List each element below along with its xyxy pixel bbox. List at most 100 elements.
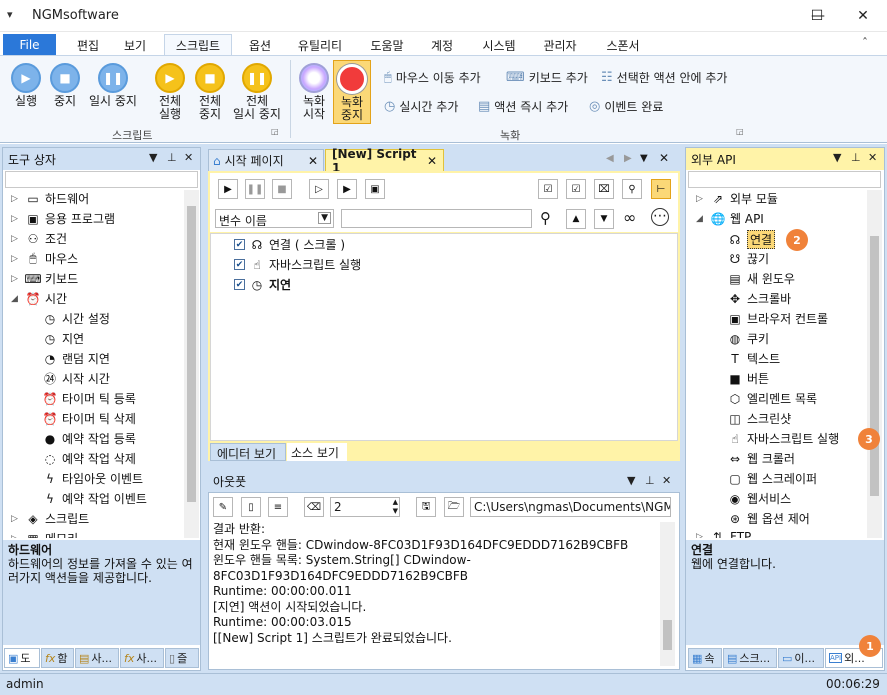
api-item[interactable]: ☊ 연결	[728, 230, 776, 249]
tab-user[interactable]: ▤ 사...	[75, 648, 119, 668]
add-mouse-move-button[interactable]: 🖱 마우스 이동 추가	[384, 69, 481, 86]
tab-script-list[interactable]: ▤ 스크...	[723, 648, 777, 668]
new-doc-icon[interactable]: ▯	[241, 497, 261, 517]
record-stop-button[interactable]: 녹화 중지	[333, 60, 371, 124]
tab-new-script[interactable]: [New] Script 1 ✕	[325, 147, 444, 175]
action-row[interactable]: ✔ ☊ 연결 ( 스크롤 )	[234, 236, 345, 253]
close-icon[interactable]: ✕	[662, 474, 671, 487]
tab-functions[interactable]: fx 함	[41, 648, 74, 668]
toolbox-item[interactable]: ▷ ▣ 응용 프로그램	[11, 210, 115, 227]
group-launcher-icon[interactable]: ◲	[271, 127, 279, 136]
run-button[interactable]: ▶ 실행	[6, 63, 46, 108]
expand-arrow-icon[interactable]: ▷	[11, 214, 21, 224]
expand-arrow-icon[interactable]: ▷	[11, 274, 21, 284]
collapse-arrow-icon[interactable]: ◢	[11, 294, 21, 304]
output-scrollbar[interactable]	[660, 522, 675, 666]
tab-editor-view[interactable]: 에디터 보기	[210, 443, 286, 461]
scroll-thumb[interactable]	[663, 620, 672, 650]
dropdown-icon[interactable]: ▼	[627, 474, 635, 487]
more-icon[interactable]: ⋯	[651, 208, 669, 226]
tree-view-icon[interactable]: ⊢	[651, 179, 671, 199]
scroll-left-icon[interactable]: ◀	[606, 153, 614, 164]
tab-file[interactable]: File	[3, 34, 56, 56]
check-all-icon[interactable]: ☑	[538, 179, 558, 199]
tab-image[interactable]: ▭ 이...	[778, 648, 824, 668]
save-icon[interactable]: 🖫	[416, 497, 436, 517]
toolbox-item[interactable]: ϟ 타임아웃 이벤트	[43, 470, 143, 487]
toolbox-item[interactable]: ▷ ◈ 스크립트	[11, 510, 89, 527]
api-item[interactable]: ☝ 자바스크립트 실행	[728, 430, 839, 447]
spinner-arrows-icon[interactable]: ▲ ▼	[393, 498, 398, 516]
external-api-scrollbar[interactable]	[867, 190, 882, 538]
folder-icon[interactable]: 🗁	[444, 497, 464, 517]
api-item[interactable]: ▤ 새 윈도우	[728, 270, 795, 287]
font-size-spinner[interactable]: 2 ▲ ▼	[330, 497, 400, 517]
scroll-thumb[interactable]	[870, 236, 879, 496]
tab-admin[interactable]: 관리자	[533, 34, 587, 56]
api-item[interactable]: ▷ ⇗ 외부 모듈	[696, 190, 778, 207]
expand-arrow-icon[interactable]: ▷	[11, 234, 21, 244]
search-icon[interactable]: ⚲	[622, 179, 642, 199]
wrap-icon[interactable]: ≡	[268, 497, 288, 517]
external-api-search-input[interactable]	[688, 171, 881, 188]
toolbox-item[interactable]: ◔ 랜덤 지연	[43, 350, 110, 367]
api-item[interactable]: ⊛ 웹 옵션 제어	[728, 510, 810, 527]
run-all-button[interactable]: ▶ 전체 실행	[150, 63, 190, 121]
api-item[interactable]: T 텍스트	[728, 350, 780, 367]
scroll-thumb[interactable]	[187, 206, 196, 502]
expand-arrow-icon[interactable]: ▷	[11, 514, 21, 524]
stop-icon[interactable]: ■	[272, 179, 292, 199]
toolbox-item[interactable]: ▷ ⌨ 키보드	[11, 270, 78, 287]
api-item[interactable]: ■ 버튼	[728, 370, 769, 387]
api-item[interactable]: ◫ 스크린샷	[728, 410, 791, 427]
tab-account[interactable]: 계정	[420, 34, 464, 56]
tab-edit[interactable]: 편집	[66, 34, 110, 56]
add-in-selected-button[interactable]: ☷ 선택한 액션 안에 추가	[601, 69, 727, 86]
toolbox-item[interactable]: ▷ ▦ 메모리	[11, 530, 78, 539]
add-keyboard-button[interactable]: ⌨ 키보드 추가	[506, 69, 588, 86]
close-tab-icon[interactable]: ✕	[427, 154, 437, 168]
close-tab-icon[interactable]: ✕	[308, 154, 318, 168]
expand-arrow-icon[interactable]: ▷	[696, 532, 706, 538]
tab-properties[interactable]: ▦ 속	[688, 648, 722, 668]
api-item[interactable]: ☋ 끊기	[728, 250, 769, 267]
toolbox-item[interactable]: ● 예약 작업 등록	[43, 430, 136, 447]
tab-view[interactable]: 보기	[113, 34, 157, 56]
toolbox-item[interactable]: ▷ ⚇ 조건	[11, 230, 67, 247]
pin-icon[interactable]: ⊥	[851, 151, 861, 164]
tab-toolbox[interactable]: ▣ 도	[4, 648, 40, 668]
toolbox-item[interactable]: ▷ ▭ 하드웨어	[11, 190, 89, 207]
pin-icon[interactable]: ⊥	[645, 474, 655, 487]
toolbox-item[interactable]: ⏰ 타이머 틱 삭제	[43, 410, 136, 427]
check-icon[interactable]: ☑	[566, 179, 586, 199]
action-checkbox[interactable]: ✔	[234, 279, 245, 290]
toolbox-item[interactable]: ㉔ 시작 시간	[43, 370, 110, 387]
tab-script[interactable]: 스크립트	[164, 34, 232, 56]
move-down-icon[interactable]: ▼	[594, 209, 614, 229]
dropdown-icon[interactable]: ▼	[149, 151, 157, 164]
api-item[interactable]: ◉ 웹서비스	[728, 490, 791, 507]
dropdown-icon[interactable]: ▼	[640, 153, 648, 164]
close-button[interactable]: ✕	[840, 0, 886, 32]
scroll-right-icon[interactable]: ▶	[624, 153, 632, 164]
clear-format-icon[interactable]: ✎	[213, 497, 233, 517]
tab-sponsor[interactable]: 스폰서	[596, 34, 650, 56]
collapse-arrow-icon[interactable]: ◢	[696, 214, 706, 224]
pause-button[interactable]: ❚❚ 일시 중지	[86, 63, 140, 108]
api-item[interactable]: ✥ 스크롤바	[728, 290, 791, 307]
close-icon[interactable]: ✕	[868, 151, 877, 164]
resize-grip-icon[interactable]: ⋰	[872, 679, 880, 688]
group-launcher-icon[interactable]: ◲	[736, 127, 744, 136]
step-icon[interactable]: ▷	[309, 179, 329, 199]
expand-arrow-icon[interactable]: ▷	[11, 194, 21, 204]
api-item[interactable]: ◍ 쿠키	[728, 330, 769, 347]
api-item[interactable]: ▣ 브라우저 컨트롤	[728, 310, 828, 327]
collapse-ribbon-icon[interactable]: ˆ	[862, 36, 868, 50]
move-up-icon[interactable]: ▲	[566, 209, 586, 229]
close-icon[interactable]: ✕	[184, 151, 193, 164]
action-row[interactable]: ✔ ☝ 자바스크립트 실행	[234, 256, 361, 273]
pause-all-button[interactable]: ❚❚ 전체 일시 중지	[228, 63, 286, 121]
toolbox-item[interactable]: ◷ 지연	[43, 330, 84, 347]
expand-arrow-icon[interactable]: ▷	[11, 254, 21, 264]
tab-utility[interactable]: 유틸리티	[288, 34, 352, 56]
